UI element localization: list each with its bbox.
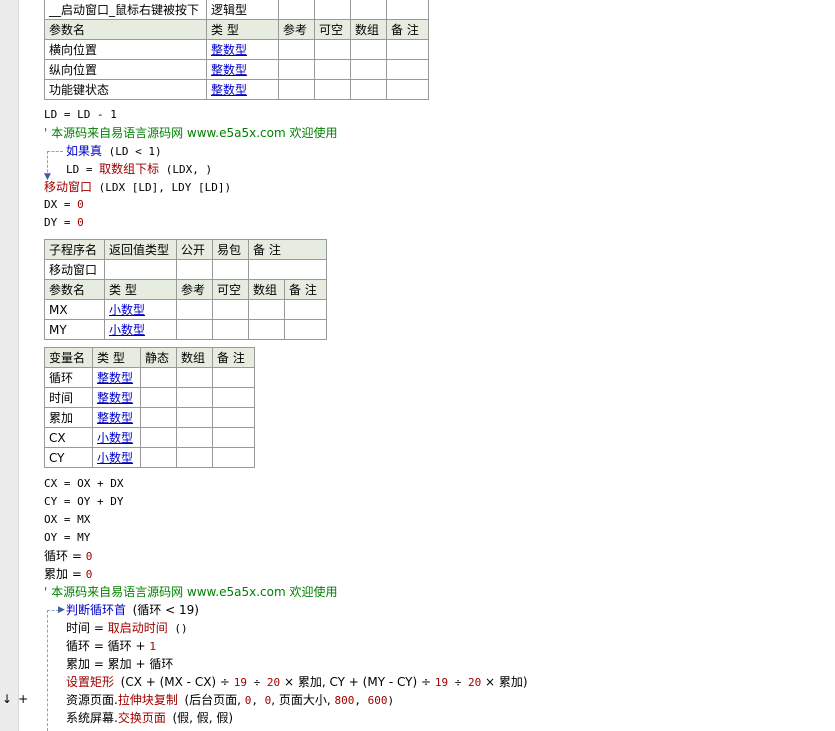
variable-row[interactable]: CY 小数型 [44,447,255,468]
code-line[interactable]: 资源页面.拉伸块复制 (后台页面, 0, 0, 页面大小, 800, 600) [66,691,394,709]
local-variables-table: 变量名 类 型 静态 数组 备 注 循环 整数型 时间 整数型 累加 整数型 C… [44,347,255,468]
variable-row[interactable]: 时间 整数型 [44,387,255,408]
code-line[interactable]: CY = OY + DY [44,493,123,511]
type-link[interactable]: 整数型 [211,63,247,77]
code-line[interactable]: 累加 = 0 [44,565,92,583]
code-line[interactable]: OY = MY [44,529,90,547]
code-line[interactable]: CX = OX + DX [44,475,123,493]
comment-line[interactable]: ' 本源码来自易语言源码网 www.e5a5x.com 欢迎使用 [44,124,337,142]
code-line[interactable]: LD = 取数组下标 (LDX, ) [66,160,212,178]
param-row[interactable]: 横向位置 整数型 [44,39,429,60]
subroutine-row[interactable]: 移动窗口 [44,259,327,280]
flow-line [47,610,48,731]
code-line[interactable]: 累加 = 累加 + 循环 [66,655,173,673]
comment-line[interactable]: ' 本源码来自易语言源码网 www.e5a5x.com 欢迎使用 [44,583,337,601]
line-gutter [0,0,19,731]
code-line[interactable]: 时间 = 取启动时间 () [66,619,188,637]
param-row[interactable]: 纵向位置 整数型 [44,59,429,80]
variable-row[interactable]: 循环 整数型 [44,367,255,388]
code-line[interactable]: LD = LD - 1 [44,106,117,124]
code-line[interactable]: 移动窗口 (LDX [LD], LDY [LD]) [44,178,231,196]
type-link[interactable]: 整数型 [97,371,133,385]
type-link[interactable]: 整数型 [97,391,133,405]
type-link[interactable]: 小数型 [109,323,145,337]
type-link[interactable]: 整数型 [211,43,247,57]
code-editor[interactable]: __启动窗口_鼠标右键被按下 逻辑型 参数名 类 型 参考 可空 数组 备 注 … [44,0,835,731]
type-link[interactable]: 整数型 [97,411,133,425]
code-line[interactable]: 循环 = 0 [44,547,92,565]
variable-row[interactable]: 累加 整数型 [44,407,255,428]
type-link[interactable]: 小数型 [97,431,133,445]
subroutine-header-row: 子程序名 返回值类型 公开 易包 备 注 [44,239,327,260]
param-header-row: 参数名 类 型 参考 可空 数组 备 注 [44,279,327,300]
step-arrow-icon[interactable]: ↓ [2,692,12,706]
code-line[interactable]: DY = 0 [44,214,84,232]
type-link[interactable]: 小数型 [97,451,133,465]
gutter-markers: ↓ + [2,692,34,706]
param-header-row: 参数名 类 型 参考 可空 数组 备 注 [44,19,429,40]
param-row[interactable]: MY 小数型 [44,319,327,340]
code-line[interactable]: 设置矩形 (CX + (MX - CX) ÷ 19 ÷ 20 × 累加, CY … [66,673,528,691]
code-line-if[interactable]: 如果真 (LD < 1) [66,142,162,160]
type-link[interactable]: 小数型 [109,303,145,317]
subroutine-table: 子程序名 返回值类型 公开 易包 备 注 移动窗口 参数名 类 型 参考 可空 … [44,239,327,340]
flow-connector [47,151,63,152]
code-line[interactable]: OX = MX [44,511,90,529]
event-subroutine-table: __启动窗口_鼠标右键被按下 逻辑型 参数名 类 型 参考 可空 数组 备 注 … [44,0,429,100]
variable-row[interactable]: CX 小数型 [44,427,255,448]
subroutine-name-cell[interactable]: __启动窗口_鼠标右键被按下 [44,0,207,20]
code-line-while[interactable]: 判断循环首 (循环 < 19) [66,601,199,619]
type-link[interactable]: 整数型 [211,83,247,97]
code-line[interactable]: DX = 0 [44,196,84,214]
expand-plus-icon[interactable]: + [18,692,28,706]
variables-header-row: 变量名 类 型 静态 数组 备 注 [44,347,255,368]
loop-arrow-icon: ▶ [58,605,65,615]
param-row[interactable]: 功能键状态 整数型 [44,79,429,100]
code-line[interactable]: 循环 = 循环 + 1 [66,637,156,655]
code-line[interactable]: 系统屏幕.交换页面 (假, 假, 假) [66,709,233,727]
return-type-cell[interactable]: 逻辑型 [206,0,279,20]
param-row[interactable]: MX 小数型 [44,299,327,320]
